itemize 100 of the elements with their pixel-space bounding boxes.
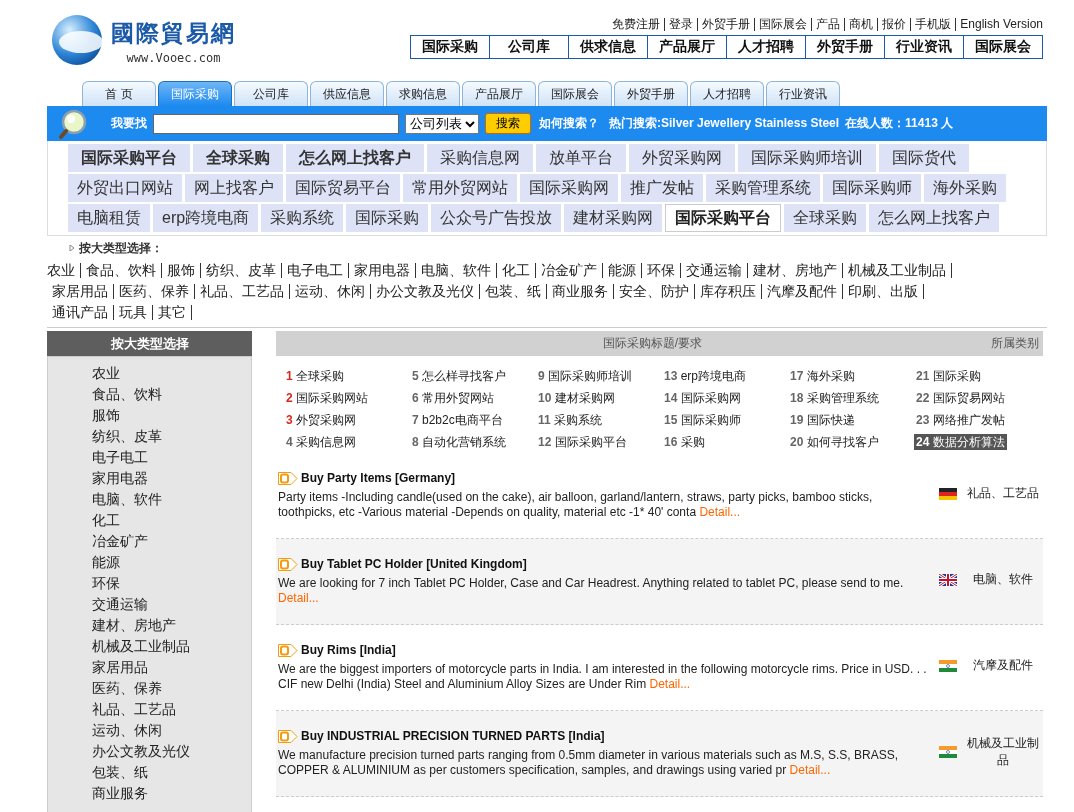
nav-link[interactable]: 产品展厅 <box>648 36 727 58</box>
keyword-link[interactable]: 国际货代 <box>879 144 969 172</box>
keyword-link[interactable]: 国际采购师培训 <box>738 144 876 172</box>
category-link[interactable]: 医药、保养 <box>119 283 189 299</box>
keyword-link[interactable]: 常用外贸网站 <box>403 174 517 202</box>
top-link[interactable]: English Version <box>955 18 1043 31</box>
ranked-link[interactable]: 16 采购 <box>662 434 707 450</box>
category-link[interactable]: 电子电工 <box>287 262 343 278</box>
category-link[interactable]: 农业 <box>47 262 75 278</box>
keyword-link[interactable]: 国际采购网 <box>520 174 618 202</box>
sidebar-item[interactable]: 电脑、软件 <box>92 489 251 510</box>
category-link[interactable]: 运动、休闲 <box>295 283 365 299</box>
keyword-link[interactable]: 放单平台 <box>536 144 626 172</box>
nav-link[interactable]: 国际采购 <box>411 36 490 58</box>
top-link[interactable]: 免费注册 <box>608 18 665 31</box>
sidebar-item[interactable]: 环保 <box>92 573 251 594</box>
nav-link[interactable]: 行业资讯 <box>885 36 964 58</box>
ranked-link[interactable]: 21 国际采购 <box>914 368 983 384</box>
nav-link[interactable]: 公司库 <box>490 36 569 58</box>
category-link[interactable]: 库存积压 <box>700 283 756 299</box>
ranked-link[interactable]: 1 全球采购 <box>284 368 347 384</box>
keyword-link[interactable]: 怎么网上找客户 <box>286 144 424 172</box>
ranked-link[interactable]: 4 采购信息网 <box>284 434 359 450</box>
keyword-link[interactable]: 采购管理系统 <box>706 174 820 202</box>
ranked-link[interactable]: 3 外贸采购网 <box>284 412 359 428</box>
nav-tab[interactable]: 首 页 <box>82 81 156 106</box>
top-link[interactable]: 外贸手册 <box>697 18 755 31</box>
ranked-link[interactable]: 8 自动化营销系统 <box>410 434 509 450</box>
sidebar-item[interactable]: 家居用品 <box>92 657 251 678</box>
ranked-link[interactable]: 5 怎么样寻找客户 <box>410 368 509 384</box>
top-link[interactable]: 报价 <box>877 18 911 31</box>
ranked-link[interactable]: 24 数据分析算法 <box>914 434 1007 450</box>
nav-tab[interactable]: 行业资讯 <box>766 81 840 106</box>
ranked-link[interactable]: 10 建材采购网 <box>536 390 617 406</box>
category-link[interactable]: 服饰 <box>167 262 195 278</box>
keyword-link[interactable]: 国际采购 <box>346 204 429 232</box>
category-link[interactable]: 电脑、软件 <box>421 262 491 278</box>
nav-tab[interactable]: 国际展会 <box>538 81 612 106</box>
listing-title[interactable]: Buy Party Items [Germany] <box>301 471 456 485</box>
search-field[interactable] <box>153 113 399 134</box>
keyword-link[interactable]: 电脑租赁 <box>68 204 150 232</box>
sidebar-item[interactable]: 农业 <box>92 363 251 384</box>
sidebar-item[interactable]: 机械及工业制品 <box>92 636 251 657</box>
category-link[interactable]: 其它 <box>158 304 186 320</box>
category-link[interactable]: 汽摩及配件 <box>767 283 837 299</box>
ranked-link[interactable]: 23 网络推广发帖 <box>914 412 1007 428</box>
nav-link[interactable]: 供求信息 <box>569 36 648 58</box>
category-link[interactable]: 商业服务 <box>552 283 608 299</box>
search-button[interactable]: 搜索 <box>485 113 531 134</box>
category-link[interactable]: 交通运输 <box>686 262 742 278</box>
category-link[interactable]: 能源 <box>608 262 636 278</box>
keyword-link[interactable]: 公众号广告投放 <box>431 204 562 232</box>
ranked-link[interactable]: 20 如何寻找客户 <box>788 434 881 450</box>
keyword-link[interactable]: 国际贸易平台 <box>286 174 400 202</box>
type-dropdown[interactable]: 公司列表 <box>405 113 479 134</box>
keyword-link[interactable]: 外贸出口网站 <box>68 174 182 202</box>
nav-link[interactable]: 国际展会 <box>964 36 1043 58</box>
keyword-link[interactable]: erp跨境电商 <box>153 204 259 232</box>
category-link[interactable]: 环保 <box>647 262 675 278</box>
ranked-link[interactable]: 17 海外采购 <box>788 368 857 384</box>
keyword-link[interactable]: 外贸采购网 <box>629 144 735 172</box>
sidebar-item[interactable]: 礼品、工艺品 <box>92 699 251 720</box>
ranked-link[interactable]: 18 采购管理系统 <box>788 390 881 406</box>
sidebar-item[interactable]: 交通运输 <box>92 594 251 615</box>
category-link[interactable]: 纺织、皮革 <box>206 262 276 278</box>
keyword-link[interactable]: 建材采购网 <box>564 204 663 232</box>
category-link[interactable]: 机械及工业制品 <box>848 262 946 278</box>
listing-title[interactable]: Buy INDUSTRIAL PRECISION TURNED PARTS [India] <box>301 729 605 743</box>
sidebar-item[interactable]: 医药、保养 <box>92 678 251 699</box>
listing-title[interactable]: Buy Rims [India] <box>301 643 396 657</box>
ranked-link[interactable]: 12 国际采购平台 <box>536 434 629 450</box>
category-link[interactable]: 礼品、工艺品 <box>200 283 284 299</box>
nav-link[interactable]: 外贸手册 <box>806 36 885 58</box>
category-link[interactable]: 化工 <box>502 262 530 278</box>
category-link[interactable]: 玩具 <box>119 304 147 320</box>
top-link[interactable]: 国际展会 <box>754 18 812 31</box>
ranked-link[interactable]: 2 国际采购网站 <box>284 390 371 406</box>
sidebar-item[interactable]: 能源 <box>92 552 251 573</box>
keyword-link[interactable]: 海外采购 <box>924 174 1006 202</box>
category-link[interactable]: 食品、饮料 <box>86 262 156 278</box>
sidebar-item[interactable]: 包装、纸 <box>92 762 251 783</box>
category-link[interactable]: 建材、房地产 <box>753 262 837 278</box>
keyword-link[interactable]: 国际采购平台 <box>665 204 782 232</box>
nav-tab[interactable]: 供应信息 <box>310 81 384 106</box>
nav-tab[interactable]: 求购信息 <box>386 81 460 106</box>
keyword-link[interactable]: 国际采购师 <box>823 174 921 202</box>
keyword-link[interactable]: 网上找客户 <box>185 174 283 202</box>
category-link[interactable]: 安全、防护 <box>619 283 689 299</box>
top-link[interactable]: 登录 <box>664 18 698 31</box>
ranked-link[interactable]: 14 国际采购网 <box>662 390 743 406</box>
sidebar-item[interactable]: 商业服务 <box>92 783 251 804</box>
nav-tab[interactable]: 公司库 <box>234 81 308 106</box>
keyword-link[interactable]: 全球采购 <box>193 144 283 172</box>
sidebar-item[interactable]: 建材、房地产 <box>92 615 251 636</box>
sidebar-item[interactable]: 食品、饮料 <box>92 384 251 405</box>
keyword-link[interactable]: 全球采购 <box>784 204 867 232</box>
category-link[interactable]: 家居用品 <box>52 283 108 299</box>
nav-tab[interactable]: 外贸手册 <box>614 81 688 106</box>
ranked-link[interactable]: 9 国际采购师培训 <box>536 368 635 384</box>
category-link[interactable]: 冶金矿产 <box>541 262 597 278</box>
